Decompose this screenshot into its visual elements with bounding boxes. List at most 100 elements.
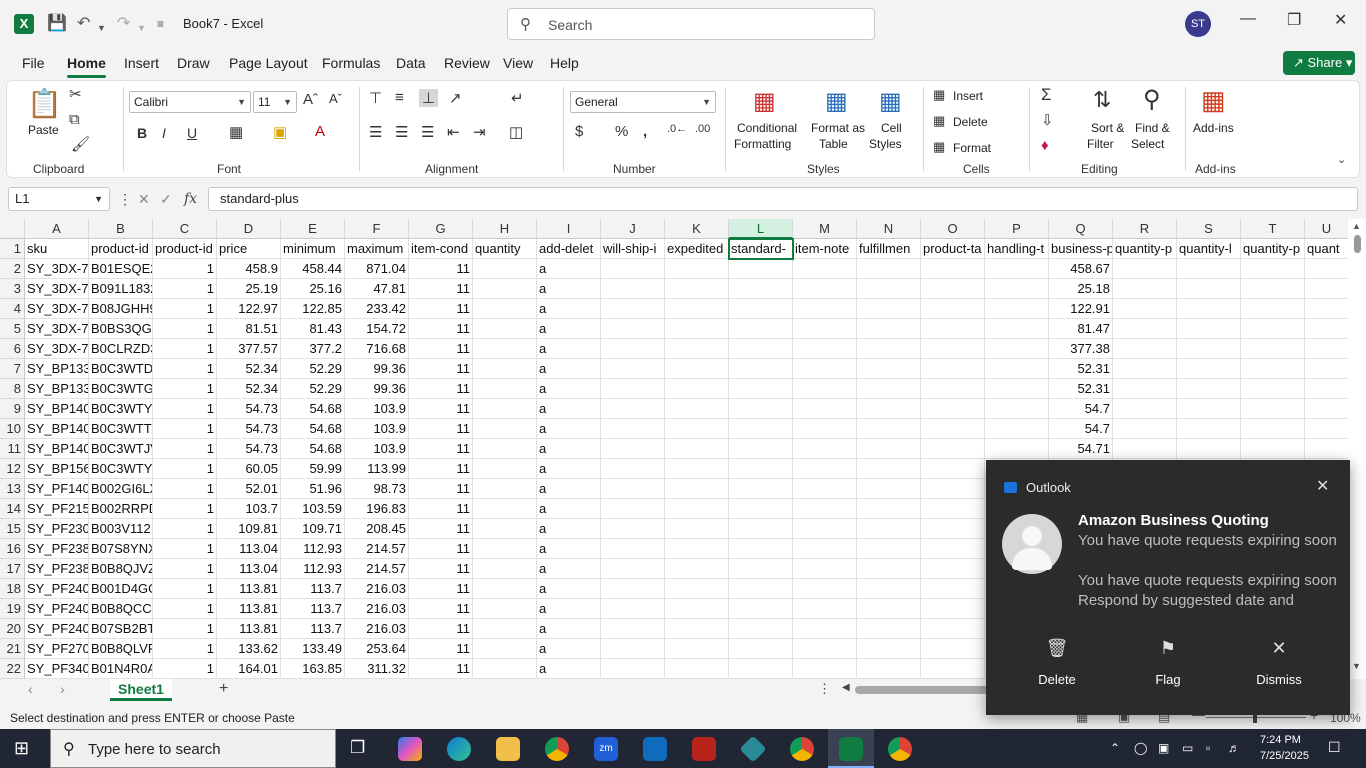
table-cell[interactable]	[665, 639, 729, 659]
table-cell[interactable]: 52.29	[281, 379, 345, 399]
table-cell[interactable]	[921, 339, 985, 359]
font-name-select[interactable]: Calibri ▼	[129, 91, 251, 113]
column-header-d[interactable]: D	[217, 219, 281, 239]
table-cell[interactable]: a	[537, 259, 601, 279]
table-cell[interactable]	[729, 419, 793, 439]
table-cell[interactable]	[601, 279, 665, 299]
table-cell[interactable]	[985, 339, 1049, 359]
table-cell[interactable]	[1305, 359, 1349, 379]
table-cell[interactable]: SY_PF140V	[25, 479, 89, 499]
table-cell[interactable]: 122.97	[217, 299, 281, 319]
table-cell[interactable]: B002RRPD	[89, 499, 153, 519]
table-cell[interactable]	[1241, 379, 1305, 399]
conditional-formatting-label-2[interactable]: Formatting	[734, 137, 791, 151]
horizontal-scrollbar[interactable]	[855, 686, 990, 694]
table-cell[interactable]: B0B8QJVZ	[89, 559, 153, 579]
vertical-scrollbar[interactable]: ▲ ▼	[1348, 219, 1366, 679]
table-cell[interactable]	[473, 559, 537, 579]
table-cell[interactable]: 109.71	[281, 519, 345, 539]
table-cell[interactable]: 99.36	[345, 359, 409, 379]
row-header[interactable]: 7	[0, 359, 25, 379]
insert-function-icon[interactable]: fx	[184, 191, 197, 207]
table-cell[interactable]	[1305, 399, 1349, 419]
table-cell[interactable]	[601, 479, 665, 499]
table-cell[interactable]	[729, 559, 793, 579]
comma-style-icon[interactable]: ,	[643, 123, 647, 140]
table-cell[interactable]	[921, 499, 985, 519]
table-cell[interactable]	[665, 659, 729, 679]
row-header[interactable]: 15	[0, 519, 25, 539]
table-cell[interactable]: 52.31	[1049, 359, 1113, 379]
table-cell[interactable]: SY_PF240V	[25, 619, 89, 639]
table-cell[interactable]: B0C3WTJV	[89, 439, 153, 459]
table-cell[interactable]: 1	[153, 479, 217, 499]
chrome-profile-icon[interactable]	[888, 737, 912, 761]
table-cell[interactable]	[1241, 259, 1305, 279]
table-cell[interactable]: 52.29	[281, 359, 345, 379]
conditional-formatting-icon[interactable]: ▦	[753, 87, 776, 116]
table-cell[interactable]	[601, 379, 665, 399]
row-header[interactable]: 9	[0, 399, 25, 419]
redo-dropdown-icon[interactable]: ▼	[137, 18, 146, 38]
table-cell[interactable]	[921, 459, 985, 479]
table-cell[interactable]	[1113, 319, 1177, 339]
table-cell[interactable]	[793, 619, 857, 639]
table-cell[interactable]	[1177, 339, 1241, 359]
table-cell[interactable]	[601, 299, 665, 319]
column-header-i[interactable]: I	[537, 219, 601, 239]
table-cell[interactable]	[921, 299, 985, 319]
outlook-notification[interactable]: Outlook ✕ Amazon Business Quoting You ha…	[986, 460, 1350, 715]
table-cell[interactable]: a	[537, 499, 601, 519]
table-cell[interactable]: 11	[409, 639, 473, 659]
delete-cells-icon[interactable]: ▦	[933, 113, 945, 129]
align-left-icon[interactable]: ☰	[369, 123, 382, 141]
column-header-k[interactable]: K	[665, 219, 729, 239]
table-cell[interactable]: 81.47	[1049, 319, 1113, 339]
table-cell[interactable]	[857, 599, 921, 619]
align-middle-icon[interactable]: ≡	[395, 89, 404, 106]
tab-draw[interactable]: Draw	[177, 55, 210, 71]
table-cell[interactable]: 51.96	[281, 479, 345, 499]
table-cell[interactable]: 1	[153, 659, 217, 679]
table-cell[interactable]: 458.44	[281, 259, 345, 279]
table-cell[interactable]: 164.01	[217, 659, 281, 679]
table-cell[interactable]: 311.32	[345, 659, 409, 679]
table-cell[interactable]: 113.99	[345, 459, 409, 479]
table-cell[interactable]: 54.68	[281, 399, 345, 419]
header-cell[interactable]: add-delet	[537, 239, 601, 259]
table-cell[interactable]	[1113, 439, 1177, 459]
table-cell[interactable]	[921, 419, 985, 439]
column-header-a[interactable]: A	[25, 219, 89, 239]
table-cell[interactable]: 52.34	[217, 359, 281, 379]
font-color-icon[interactable]: A	[315, 123, 325, 140]
decrease-indent-icon[interactable]: ⇤	[447, 123, 460, 141]
table-cell[interactable]	[857, 539, 921, 559]
table-cell[interactable]	[729, 579, 793, 599]
table-cell[interactable]: 54.71	[1049, 439, 1113, 459]
select-all-corner[interactable]	[0, 219, 25, 239]
table-cell[interactable]	[601, 439, 665, 459]
table-cell[interactable]: SY_BP156V	[25, 459, 89, 479]
table-cell[interactable]	[1177, 379, 1241, 399]
table-cell[interactable]: SY_BP140V	[25, 399, 89, 419]
table-cell[interactable]: 25.16	[281, 279, 345, 299]
table-cell[interactable]: SY_3DX-7CH	[25, 279, 89, 299]
table-cell[interactable]: B01N4R0A	[89, 659, 153, 679]
table-cell[interactable]	[793, 299, 857, 319]
table-cell[interactable]: SY_PF240V	[25, 599, 89, 619]
table-cell[interactable]	[1305, 259, 1349, 279]
row-header[interactable]: 12	[0, 459, 25, 479]
table-cell[interactable]: 11	[409, 319, 473, 339]
outlook-icon[interactable]	[643, 737, 667, 761]
table-cell[interactable]	[665, 279, 729, 299]
format-as-table-label-1[interactable]: Format as	[811, 121, 865, 135]
table-cell[interactable]: 233.42	[345, 299, 409, 319]
table-cell[interactable]	[473, 439, 537, 459]
minimize-icon[interactable]: —	[1240, 10, 1256, 28]
column-header-s[interactable]: S	[1177, 219, 1241, 239]
row-header[interactable]: 1	[0, 239, 25, 259]
row-header[interactable]: 22	[0, 659, 25, 679]
table-cell[interactable]	[857, 519, 921, 539]
table-cell[interactable]: 52.31	[1049, 379, 1113, 399]
table-cell[interactable]	[473, 339, 537, 359]
